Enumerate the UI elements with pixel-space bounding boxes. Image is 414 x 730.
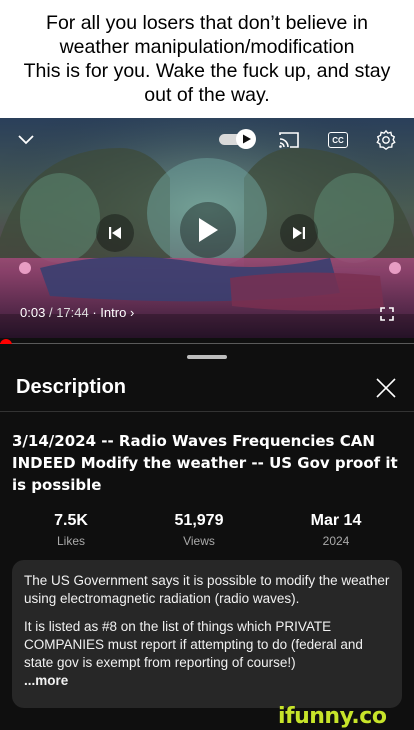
time-separator: / — [48, 305, 53, 320]
gear-icon — [376, 129, 396, 151]
previous-button[interactable] — [96, 214, 134, 252]
close-button[interactable] — [372, 374, 400, 402]
captions-label: CC — [332, 135, 344, 145]
chapter-label: · Intro — [92, 305, 127, 320]
date-year: 2024 — [322, 534, 350, 548]
time-display: 0:03 / 17:44 · Intro › — [20, 305, 134, 320]
autoplay-toggle-icon — [219, 129, 256, 149]
video-player[interactable]: CC 0:03 / 17:44 · Intro › — [0, 118, 414, 344]
close-icon — [376, 378, 396, 398]
skip-previous-icon — [109, 227, 121, 239]
description-sheet: Description 3/14/2024 -- Radio Waves Fre… — [0, 344, 414, 730]
date-stat: Mar 14 2024 — [281, 512, 391, 548]
autoplay-toggle[interactable] — [218, 128, 258, 150]
likes-stat: 7.5K Likes — [16, 512, 126, 548]
play-icon — [199, 218, 218, 242]
more-link[interactable]: ...more — [24, 672, 390, 690]
settings-button[interactable] — [373, 127, 399, 153]
date-value: Mar 14 — [310, 512, 362, 529]
views-value: 51,979 — [174, 512, 224, 529]
description-box[interactable]: The US Government says it is possible to… — [12, 560, 402, 708]
views-label: Views — [183, 534, 215, 548]
cast-button[interactable] — [277, 128, 301, 152]
total-time: 17:44 — [56, 305, 89, 320]
likes-label: Likes — [56, 534, 85, 548]
description-paragraph: It is listed as #8 on the list of things… — [24, 619, 363, 670]
ifunny-watermark: ifunny.co — [278, 704, 387, 729]
caption-line: This is for you. Wake the fuck up, and s… — [23, 60, 391, 82]
fullscreen-icon — [380, 307, 394, 321]
description-paragraph: The US Government says it is possible to… — [24, 573, 390, 606]
next-button[interactable] — [280, 214, 318, 252]
caption-line: out of the way. — [144, 84, 270, 106]
views-stat: 51,979 Views — [144, 512, 254, 548]
current-time: 0:03 — [20, 305, 46, 320]
captions-icon: CC — [328, 132, 348, 148]
collapse-button[interactable] — [12, 128, 40, 152]
skip-next-icon — [293, 227, 305, 239]
caption-line: For all you losers that don’t believe in — [46, 12, 368, 34]
fullscreen-button[interactable] — [376, 304, 398, 324]
chapter-button[interactable]: · Intro › — [92, 305, 134, 320]
caption-line: weather manipulation/modification — [59, 36, 355, 58]
captions-button[interactable]: CC — [326, 130, 350, 150]
video-title: 3/14/2024 -- Radio Waves Frequencies CAN… — [12, 432, 398, 494]
play-button[interactable] — [180, 202, 236, 258]
chapter-chevron: › — [129, 305, 135, 320]
chevron-down-icon — [18, 135, 34, 145]
sheet-title: Description — [16, 376, 127, 398]
divider — [0, 411, 414, 412]
drag-handle[interactable] — [187, 355, 227, 359]
meme-caption: For all you losers that don’t believe in… — [0, 0, 414, 118]
likes-value: 7.5K — [54, 512, 88, 529]
cast-icon — [279, 132, 299, 148]
